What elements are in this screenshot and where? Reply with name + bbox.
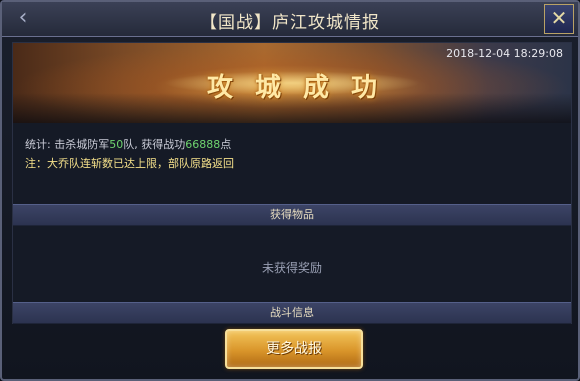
troops-killed-value: 50 bbox=[109, 138, 124, 151]
close-icon: ✕ bbox=[550, 6, 568, 30]
stats-middle: 队, 获得战功 bbox=[123, 138, 186, 151]
no-reward-text: 未获得奖励 bbox=[261, 261, 322, 275]
result-title: 攻城成功 bbox=[206, 73, 399, 103]
stats-prefix: 统计: 击杀城防军 bbox=[25, 138, 110, 151]
more-reports-button[interactable]: 更多战报 bbox=[225, 329, 363, 369]
result-banner: 2018-12-04 18:29:08 攻城成功 bbox=[13, 43, 571, 123]
merit-value: 66888 bbox=[185, 138, 221, 151]
battle-info-section-header[interactable]: 战斗信息 bbox=[13, 302, 571, 324]
stats-suffix: 点 bbox=[220, 138, 232, 151]
note-line: 注：大乔队连斩数已达上限，部队原路返回 bbox=[25, 157, 234, 170]
report-panel: ‹ 【国战】庐江攻城情报 ✕ 2018-12-04 18:29:08 攻城成功 … bbox=[0, 0, 580, 381]
close-button[interactable]: ✕ bbox=[544, 4, 574, 34]
report-timestamp: 2018-12-04 18:29:08 bbox=[446, 47, 563, 60]
title-bar: ‹ 【国战】庐江攻城情报 ✕ bbox=[2, 2, 578, 37]
report-content: 2018-12-04 18:29:08 攻城成功 统计: 击杀城防军50队, 获… bbox=[12, 42, 572, 324]
window-title: 【国战】庐江攻城情报 bbox=[200, 13, 380, 33]
items-section-header: 获得物品 bbox=[13, 204, 571, 226]
stats-line: 统计: 击杀城防军50队, 获得战功66888点 bbox=[25, 136, 231, 152]
